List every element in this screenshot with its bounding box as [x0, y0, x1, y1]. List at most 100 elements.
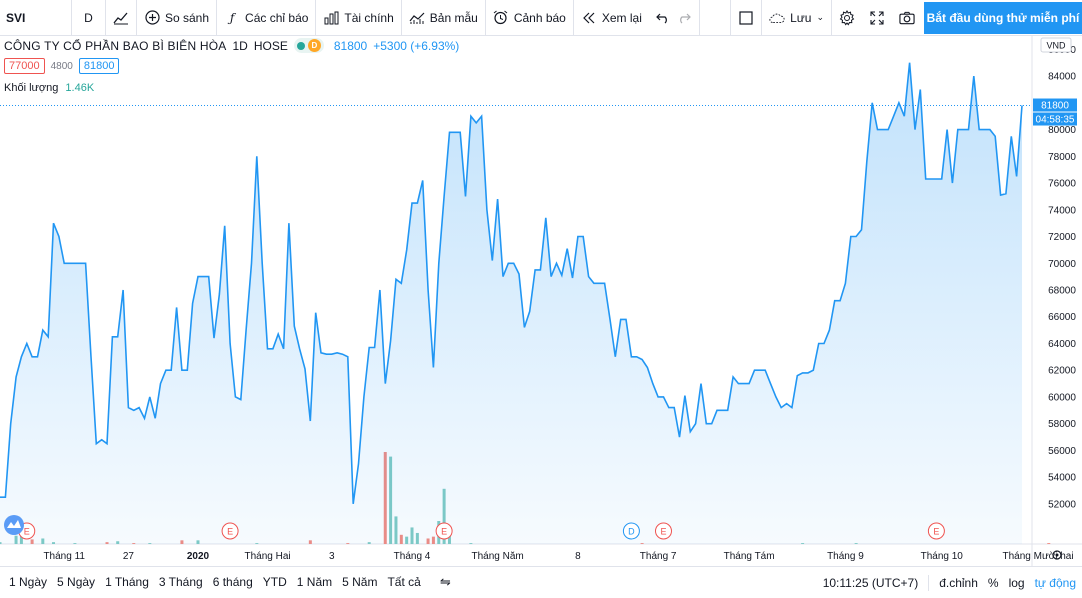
- price-tick-label: 76000: [1048, 179, 1076, 190]
- countdown-value: 04:58:35: [1036, 115, 1075, 126]
- range-button[interactable]: YTD: [258, 575, 292, 589]
- percent-toggle[interactable]: %: [988, 576, 999, 590]
- save-button[interactable]: Lưu ⌄: [762, 0, 832, 36]
- range-button[interactable]: 5 Năm: [337, 575, 382, 589]
- earnings-marker[interactable]: E: [221, 522, 239, 540]
- last-price-label: 81800 04:58:35: [1033, 98, 1077, 126]
- range-button[interactable]: 1 Ngày: [4, 575, 52, 589]
- save-label: Lưu: [790, 10, 812, 25]
- expand-button[interactable]: [862, 0, 892, 36]
- svg-text:E: E: [933, 527, 939, 537]
- settings-button[interactable]: [832, 0, 862, 36]
- time-tick-label: 3: [329, 551, 335, 562]
- earnings-marker[interactable]: E: [435, 522, 453, 540]
- area-chart-icon: [113, 10, 129, 26]
- expand-icon: [869, 10, 885, 26]
- price-tick-label: 56000: [1048, 446, 1076, 457]
- redo-icon[interactable]: [676, 10, 692, 26]
- earnings-marker[interactable]: E: [654, 522, 672, 540]
- price-tick-label: 84000: [1048, 72, 1076, 83]
- price-tick-label: 70000: [1048, 259, 1076, 270]
- range-button[interactable]: 1 Năm: [292, 575, 337, 589]
- price-tick-label: 72000: [1048, 232, 1076, 243]
- square-icon: [738, 10, 754, 26]
- bottom-right-controls: 10:11:25 (UTC+7) đ.chỉnh % log tự động: [823, 567, 1076, 598]
- price-tick-label: 60000: [1048, 392, 1076, 403]
- cloud-icon: [769, 10, 785, 26]
- svg-text:E: E: [441, 527, 447, 537]
- time-tick-label: Tháng 11: [43, 551, 85, 562]
- price-tick-label: 80000: [1048, 125, 1076, 136]
- chart-type-button[interactable]: [106, 0, 137, 36]
- auto-toggle[interactable]: tự động: [1035, 576, 1076, 590]
- camera-icon: [899, 10, 915, 26]
- templates-label: Bản mẫu: [429, 10, 478, 25]
- range-button[interactable]: 1 Tháng: [100, 575, 154, 589]
- alarm-clock-icon: [493, 10, 509, 26]
- indicators-label: Các chỉ báo: [245, 10, 309, 25]
- compare-label: So sánh: [165, 10, 210, 25]
- time-tick-label: Tháng Mười hai: [1003, 551, 1074, 562]
- range-button[interactable]: 6 tháng: [208, 575, 258, 589]
- last-price-value: 81800: [1041, 101, 1069, 112]
- price-tick-label: 54000: [1048, 473, 1076, 484]
- range-button[interactable]: Tất cả: [382, 575, 425, 589]
- volume-bar: [1047, 543, 1051, 544]
- divider: [928, 574, 930, 591]
- start-trial-button[interactable]: Bắt đầu dùng thử miễn phí: [924, 2, 1082, 34]
- top-toolbar: SVI D So sánh ƒ Các chỉ báo Tài chính Bả…: [0, 0, 1082, 36]
- bottom-toolbar: 1 Ngày 5 Ngày 1 Tháng 3 Tháng 6 tháng YTD 1 Nă…: [0, 566, 1082, 597]
- price-tick-label: 62000: [1048, 366, 1076, 377]
- replay-button[interactable]: Xem lại: [574, 0, 700, 36]
- price-tick-label: 58000: [1048, 419, 1076, 430]
- interval-button[interactable]: D: [72, 0, 106, 36]
- replay-label: Xem lại: [601, 10, 642, 25]
- time-tick-label: Tháng Hai: [244, 551, 290, 562]
- time-tick-label: Tháng 10: [921, 551, 964, 562]
- currency-label: VND: [1046, 41, 1066, 51]
- clock-time[interactable]: 10:11:25 (UTC+7): [823, 576, 919, 590]
- financials-button[interactable]: Tài chính: [316, 0, 402, 36]
- fullscreen-square-button[interactable]: [730, 0, 763, 36]
- price-chart[interactable]: 52000 54000 56000 58000 60000 62000 64000 66000…: [0, 36, 1082, 566]
- alerts-label: Cảnh báo: [513, 10, 566, 25]
- tradingview-logo[interactable]: [4, 515, 24, 535]
- price-tick-label: 68000: [1048, 286, 1076, 297]
- svg-text:D: D: [628, 527, 635, 537]
- price-tick-label: 64000: [1048, 339, 1076, 350]
- alerts-button[interactable]: Cảnh báo: [486, 0, 574, 36]
- date-range-list: 1 Ngày 5 Ngày 1 Tháng 3 Tháng 6 tháng YTD 1 Nă…: [0, 575, 426, 589]
- undo-icon[interactable]: [655, 10, 671, 26]
- templates-button[interactable]: Bản mẫu: [402, 0, 486, 36]
- adjust-toggle[interactable]: đ.chỉnh: [939, 576, 978, 590]
- template-icon: [409, 10, 425, 26]
- price-tick-label: 78000: [1048, 152, 1076, 163]
- chevron-down-icon: ⌄: [816, 12, 824, 22]
- range-button[interactable]: 5 Ngày: [52, 575, 100, 589]
- log-toggle[interactable]: log: [1009, 576, 1025, 590]
- time-tick-label: Tháng 9: [827, 551, 864, 562]
- time-axis[interactable]: Tháng 11 27 2020 Tháng Hai 3 Tháng 4 Tháng Năm…: [43, 551, 1073, 562]
- gear-icon: [839, 9, 855, 26]
- bar-chart-icon: [323, 10, 339, 26]
- price-tick-label: 52000: [1048, 499, 1076, 510]
- plus-circle-icon: [144, 10, 160, 26]
- symbol-search[interactable]: SVI: [0, 0, 72, 36]
- earnings-marker[interactable]: E: [927, 522, 945, 540]
- dividend-marker[interactable]: D: [622, 522, 640, 540]
- time-tick-label: 27: [123, 551, 135, 562]
- time-tick-label: 2020: [187, 551, 210, 562]
- compare-button[interactable]: So sánh: [137, 0, 218, 36]
- goto-date-icon[interactable]: ⇋: [440, 574, 451, 590]
- svg-text:E: E: [24, 527, 30, 537]
- svg-text:E: E: [660, 527, 666, 537]
- screenshot-button[interactable]: [892, 0, 922, 36]
- currency-badge[interactable]: VND: [1040, 37, 1072, 53]
- time-tick-label: Tháng 7: [640, 551, 677, 562]
- rewind-icon: [581, 10, 597, 26]
- function-icon: ƒ: [229, 10, 235, 25]
- price-tick-label: 66000: [1048, 312, 1076, 323]
- financials-label: Tài chính: [344, 10, 394, 25]
- indicators-button[interactable]: ƒ Các chỉ báo: [217, 0, 317, 36]
- range-button[interactable]: 3 Tháng: [154, 575, 208, 589]
